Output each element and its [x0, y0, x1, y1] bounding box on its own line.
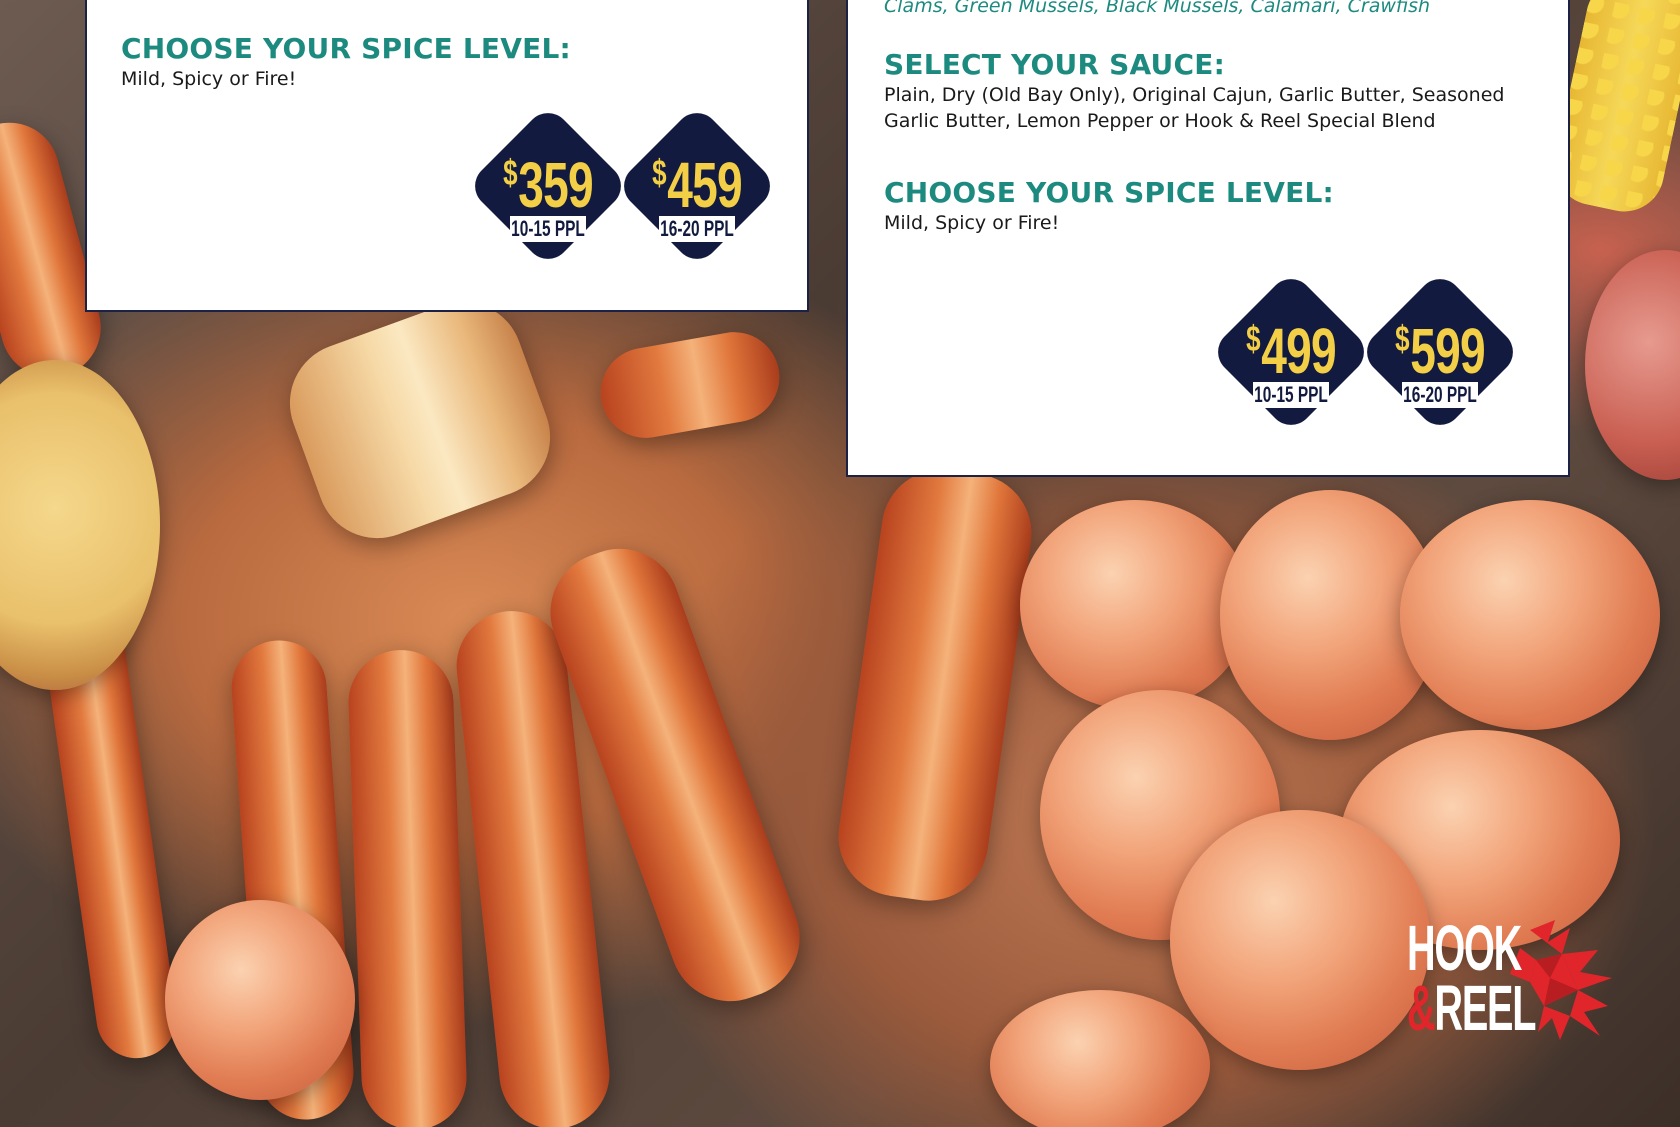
potato-image — [0, 360, 160, 690]
spice-level-heading: CHOOSE YOUR SPICE LEVEL: — [884, 176, 1334, 209]
crab-leg-image — [593, 325, 787, 445]
potato-image — [1585, 250, 1680, 480]
party-size-label: 10-15 PPL — [1254, 382, 1328, 407]
sauce-options-line-1: Plain, Dry (Old Bay Only), Original Caju… — [884, 84, 1505, 106]
spice-level-options: Mild, Spicy or Fire! — [884, 212, 1060, 234]
price-badge: $359 10-15 PPL — [464, 102, 632, 270]
sauce-options: Plain, Dry (Old Bay Only), Original Caju… — [884, 82, 1564, 134]
menu-card-left: CHOOSE YOUR SPICE LEVEL: Mild, Spicy or … — [85, 0, 809, 312]
menu-card-right: Clams, Green Mussels, Black Mussels, Cal… — [846, 0, 1570, 477]
price-badge: $459 16-20 PPL — [613, 102, 781, 270]
spice-level-options: Mild, Spicy or Fire! — [121, 68, 297, 90]
shrimp-image — [1170, 810, 1430, 1070]
crab-leg-image — [830, 461, 1040, 909]
sauce-options-line-2: Garlic Butter, Lemon Pepper or Hook & Re… — [884, 110, 1436, 132]
logo-ampersand: & — [1407, 972, 1436, 1044]
shrimp-image — [1020, 500, 1250, 710]
price-badge: $599 16-20 PPL — [1356, 268, 1524, 436]
crab-leg-image — [273, 284, 567, 556]
price-value: $359 — [503, 149, 594, 221]
price-badge: $499 10-15 PPL — [1207, 268, 1375, 436]
shrimp-image — [990, 990, 1210, 1127]
price-value: $599 — [1395, 315, 1486, 387]
sauce-heading: SELECT YOUR SAUCE: — [884, 48, 1225, 81]
logo-word-reel-text: REEL — [1434, 972, 1536, 1044]
price-value: $499 — [1246, 315, 1337, 387]
party-size-label: 16-20 PPL — [1403, 382, 1477, 407]
shrimp-image — [1400, 500, 1660, 730]
logo-word-reel: &REEL — [1407, 976, 1537, 1040]
spice-level-heading: CHOOSE YOUR SPICE LEVEL: — [121, 32, 571, 65]
logo-word-hook: HOOK — [1407, 912, 1522, 984]
party-size-label: 10-15 PPL — [511, 216, 585, 241]
hook-and-reel-logo: HOOK &REEL — [1405, 912, 1620, 1062]
party-size-label: 16-20 PPL — [660, 216, 734, 241]
shrimp-image — [165, 900, 355, 1100]
crab-leg-image — [346, 648, 469, 1127]
price-value: $459 — [652, 149, 743, 221]
seafood-options-list: Clams, Green Mussels, Black Mussels, Cal… — [884, 0, 1431, 17]
